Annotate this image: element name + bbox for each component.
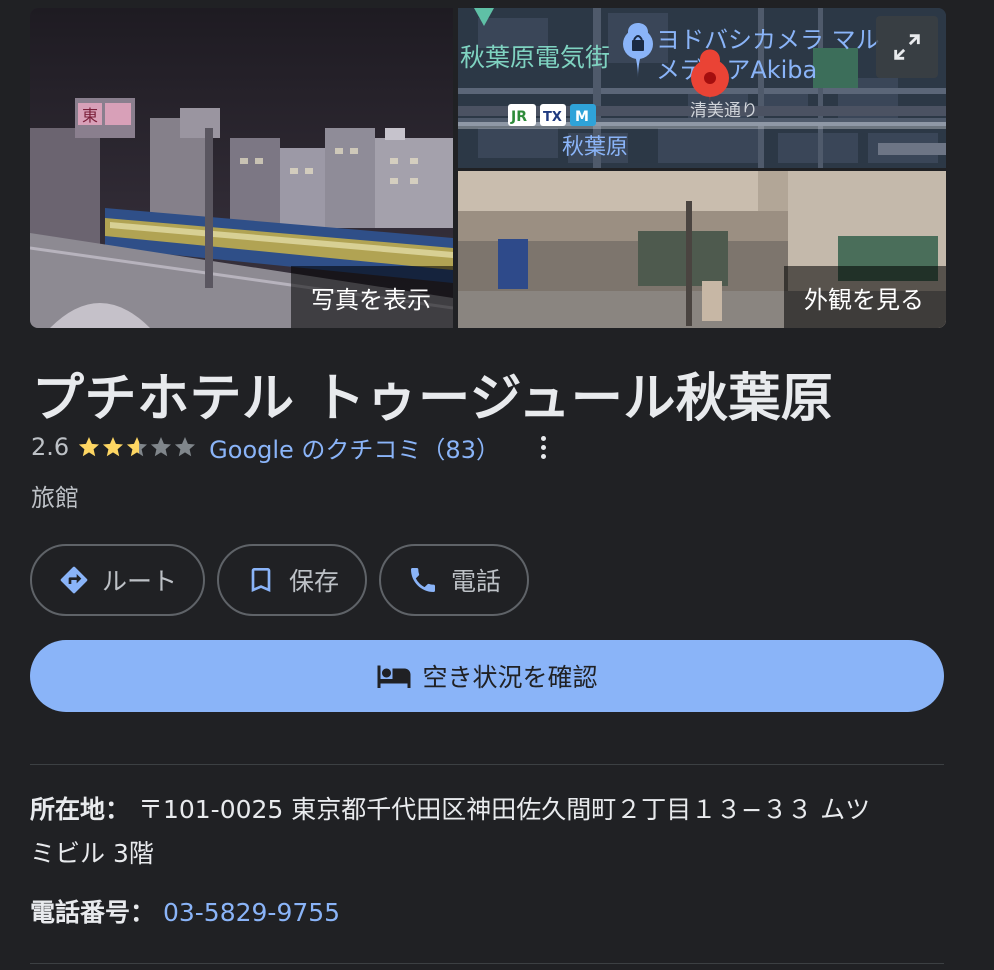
- map-image: 秋葉原電気街 JR TX M 秋葉原 ヨドバシカメラ マル メディアAkiba …: [458, 8, 946, 168]
- action-chips: ルート 保存 電話: [30, 544, 530, 616]
- map-street-label: 清美通り: [690, 101, 758, 121]
- place-title: プチホテル トゥージュール秋葉原: [32, 369, 834, 429]
- rail-badge-jr: JR: [510, 109, 527, 125]
- map-area-label: 秋葉原電気街: [460, 43, 610, 72]
- photo-gallery: 東 写真を表示 秋葉原電気街 JR TX M 秋葉原 ヨドバシカメラ マル メデ…: [30, 8, 946, 328]
- divider: [30, 764, 944, 765]
- more-options-button[interactable]: [534, 432, 554, 462]
- rail-badge-tx: TX: [543, 110, 562, 125]
- main-photo[interactable]: 東 写真を表示: [30, 8, 453, 328]
- rating-stars: [77, 435, 197, 459]
- check-availability-label: 空き状況を確認: [422, 663, 598, 692]
- star-icon: [151, 437, 172, 457]
- street-view-label[interactable]: 外観を見る: [784, 266, 946, 328]
- star-icon: [103, 437, 124, 457]
- address-label: 所在地：: [30, 795, 131, 824]
- more-dot-icon: [541, 435, 547, 441]
- street-view-photo[interactable]: 外観を見る: [458, 171, 946, 328]
- directions-icon: [60, 566, 88, 594]
- bookmark-icon: [251, 568, 271, 592]
- view-photos-label[interactable]: 写真を表示: [291, 266, 453, 328]
- check-availability-button[interactable]: 空き状況を確認: [30, 640, 944, 712]
- divider: [30, 963, 944, 964]
- reviews-link[interactable]: Google のクチコミ（83）: [209, 430, 500, 465]
- call-button[interactable]: 電話: [379, 544, 530, 616]
- address-line-2[interactable]: ミビル 3階: [30, 832, 944, 876]
- phone-icon: [411, 568, 436, 592]
- more-dot-icon: [541, 444, 547, 450]
- rating-value: 2.6: [31, 433, 70, 461]
- star-icon: [175, 437, 196, 457]
- map-store-label-2: メディアAkiba: [656, 56, 817, 84]
- place-category: 旅館: [31, 484, 79, 512]
- expand-map-button[interactable]: [876, 16, 938, 78]
- star-icon: [127, 437, 148, 457]
- save-button[interactable]: 保存: [217, 544, 368, 616]
- rail-badges: JR TX M: [508, 104, 596, 126]
- save-label: 保存: [289, 567, 340, 596]
- address-row: 所在地： 〒101-0025 東京都千代田区神田佐久間町２丁目１３−３３ ムツ …: [30, 788, 944, 876]
- route-button[interactable]: ルート: [30, 544, 206, 616]
- rail-badge-metro: M: [575, 109, 589, 125]
- expand-icon: [894, 34, 920, 60]
- place-panel: 東 写真を表示 秋葉原電気街 JR TX M 秋葉原 ヨドバシカメラ マル メデ…: [0, 0, 994, 970]
- rating-row: 2.6 Google のクチコミ（83）: [31, 430, 554, 464]
- map-store-label-1: ヨドバシカメラ マル: [656, 26, 880, 54]
- photo-sign-text: 東: [82, 106, 98, 125]
- call-label: 電話: [451, 567, 502, 596]
- more-dot-icon: [541, 453, 547, 459]
- bed-icon: [377, 665, 411, 688]
- map-station-label: 秋葉原: [562, 135, 628, 160]
- address-line-1[interactable]: 〒101-0025 東京都千代田区神田佐久間町２丁目１３−３３ ムツ: [138, 795, 870, 824]
- phone-row: 電話番号： 03-5829-9755: [30, 891, 944, 935]
- phone-number-link[interactable]: 03-5829-9755: [163, 898, 340, 927]
- route-label: ルート: [102, 567, 178, 596]
- phone-label: 電話番号：: [30, 898, 156, 927]
- star-icon: [79, 437, 100, 457]
- map-thumbnail[interactable]: 秋葉原電気街 JR TX M 秋葉原 ヨドバシカメラ マル メディアAkiba …: [458, 8, 946, 168]
